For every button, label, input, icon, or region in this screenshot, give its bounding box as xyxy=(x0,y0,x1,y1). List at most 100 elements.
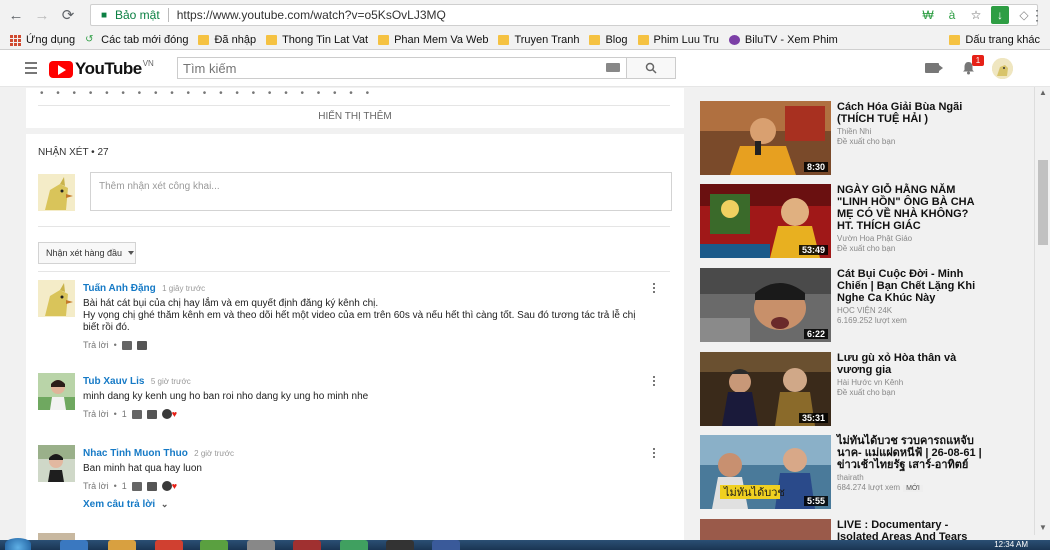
commenter-avatar[interactable] xyxy=(38,373,75,410)
page-scrollbar[interactable]: ▲ ▼ xyxy=(1034,87,1050,535)
bookmark-other[interactable]: Dấu trang khác xyxy=(949,34,1040,46)
recommended-video[interactable]: 35:31 Lưu gù xỏ Hòa thân và vương gia Hà… xyxy=(700,352,1020,428)
taskbar-ie-icon[interactable] xyxy=(60,540,88,550)
video-channel[interactable]: Thiền Nhi xyxy=(837,127,987,136)
thumbs-down-icon[interactable] xyxy=(146,409,157,419)
video-title[interactable]: Lưu gù xỏ Hòa thân và vương gia xyxy=(837,352,987,376)
search-button[interactable] xyxy=(627,57,676,79)
download-extension-icon[interactable]: ↓ xyxy=(991,6,1009,24)
video-info: NGÀY GIỖ HẰNG NĂM "LINH HỒN" ÔNG BÀ CHA … xyxy=(837,184,987,253)
comment-menu-icon[interactable] xyxy=(653,376,656,388)
comment-item: Tub Xauv Lis 5 giờ trước minh dang ky ke… xyxy=(38,373,670,433)
system-clock[interactable]: 12:34 AM xyxy=(994,540,1028,549)
recommended-video[interactable]: 53:49 NGÀY GIỖ HẰNG NĂM "LINH HỒN" ÔNG B… xyxy=(700,184,1020,260)
thumbs-up-icon[interactable] xyxy=(121,340,132,350)
thumbs-up-icon[interactable] xyxy=(131,481,142,491)
youtube-logo[interactable]: YouTube VN xyxy=(49,59,154,79)
taskbar-chrome-icon[interactable] xyxy=(155,540,183,550)
taskbar-app-icon[interactable] xyxy=(293,540,321,550)
reply-button[interactable]: Trả lời xyxy=(83,409,109,419)
video-title[interactable]: NGÀY GIỖ HẰNG NĂM "LINH HỒN" ÔNG BÀ CHA … xyxy=(837,184,987,232)
sort-comments-dropdown[interactable]: Nhận xét hàng đầu xyxy=(38,242,136,264)
chrome-menu-icon[interactable]: ⋮ xyxy=(1030,7,1044,24)
scroll-up-icon[interactable]: ▲ xyxy=(1039,88,1047,97)
video-thumbnail[interactable]: 6:22 xyxy=(700,268,831,342)
comment-time[interactable]: 5 giờ trước xyxy=(151,377,191,386)
comment-item: Nhac Tinh Muon Thuo 2 giờ trước Ban minh… xyxy=(38,445,670,525)
thumbs-down-icon[interactable] xyxy=(146,481,157,491)
keyboard-icon[interactable] xyxy=(606,63,620,72)
video-channel[interactable]: Vườn Hoa Phật Giáo xyxy=(837,234,987,243)
start-button[interactable] xyxy=(5,538,31,550)
folder-icon xyxy=(589,34,601,45)
comment-actions: Trả lời • 1 ♥ xyxy=(83,409,178,419)
comment-time[interactable]: 1 giây trước xyxy=(162,284,205,293)
menu-icon[interactable] xyxy=(25,62,37,77)
url-text[interactable]: https://www.youtube.com/watch?v=o5KsOvLJ… xyxy=(177,8,446,22)
forward-icon[interactable]: → xyxy=(32,5,52,25)
taskbar-app-icon[interactable] xyxy=(340,540,368,550)
address-separator xyxy=(167,8,169,22)
comment-input[interactable]: Thêm nhận xét công khai... xyxy=(90,172,672,211)
recommended-video[interactable]: 6:22 Cát Bụi Cuộc Đời - Minh Chiến | Bạn… xyxy=(700,268,1020,344)
taskbar-app-icon[interactable] xyxy=(200,540,228,550)
account-avatar[interactable] xyxy=(992,58,1013,79)
video-thumbnail[interactable]: 8:30 xyxy=(700,101,831,175)
commenter-avatar[interactable] xyxy=(38,445,75,482)
commenter-avatar[interactable] xyxy=(38,280,75,317)
comment-time[interactable]: 2 giờ trước xyxy=(194,449,234,458)
comment-menu-icon[interactable] xyxy=(653,448,656,460)
bookmark-folder-phan-mem[interactable]: Phan Mem Va Web xyxy=(378,34,488,46)
bookmark-folder-truyen-tranh[interactable]: Truyen Tranh xyxy=(498,34,579,46)
comment-actions: Trả lời • 1 ♥ xyxy=(83,481,178,491)
recommended-video[interactable]: ไม่ทันได้บวช 5:55 ไม่ทันได้บวช รวบคารถแห… xyxy=(700,435,1020,511)
scroll-down-icon[interactable]: ▼ xyxy=(1039,523,1047,532)
bookmark-label: Ứng dụng xyxy=(26,33,76,46)
description-card: • • • • • • • • • • • • • • • • • • • • … xyxy=(26,88,684,128)
video-title[interactable]: Cát Bụi Cuộc Đời - Minh Chiến | Bạn Chết… xyxy=(837,268,987,304)
thumbs-down-icon[interactable] xyxy=(136,340,147,350)
bookmark-folder-imported[interactable]: Đã nhập xyxy=(198,34,256,46)
scrollbar-thumb[interactable] xyxy=(1038,160,1048,245)
taskbar-app-icon[interactable] xyxy=(247,540,275,550)
comment-author[interactable]: Nhac Tinh Muon Thuo xyxy=(83,448,188,459)
comment-author[interactable]: Tuấn Anh Đặng xyxy=(83,283,156,294)
reply-button[interactable]: Trả lời xyxy=(83,340,109,350)
address-bar[interactable]: ■ Bảo mật https://www.youtube.com/watch?… xyxy=(90,4,1038,26)
video-thumbnail[interactable]: 53:49 xyxy=(700,184,831,258)
video-title[interactable]: ไม่ทันได้บวช รวบคารถแหจับนาค- แม่แฝดหนีฟ… xyxy=(837,435,987,471)
view-replies-button[interactable]: Xem câu trả lời ⌄ xyxy=(83,499,653,510)
comments-count-header: NHẬN XÉT • 27 xyxy=(38,147,109,158)
search-input[interactable] xyxy=(178,58,578,78)
reload-icon[interactable]: ⟳ xyxy=(58,5,78,25)
video-channel[interactable]: HỌC VIỆN 24K xyxy=(837,306,987,315)
comment-menu-icon[interactable] xyxy=(653,283,656,295)
thumbs-up-icon[interactable] xyxy=(131,409,142,419)
show-more-button[interactable]: HIỂN THỊ THÊM xyxy=(26,111,684,122)
taskbar-app-icon[interactable] xyxy=(432,540,460,550)
description-ellipsis: • • • • • • • • • • • • • • • • • • • • … xyxy=(40,88,375,99)
upload-video-icon[interactable] xyxy=(925,63,943,73)
cashback-icon[interactable]: ₩ xyxy=(919,6,937,24)
taskbar-app-icon[interactable] xyxy=(386,540,414,550)
reply-button[interactable]: Trả lời xyxy=(83,481,109,491)
bookmark-bilutv[interactable]: BiluTV - Xem Phim xyxy=(728,34,838,46)
video-thumbnail[interactable]: 35:31 xyxy=(700,352,831,426)
video-thumbnail[interactable]: ไม่ทันได้บวช 5:55 xyxy=(700,435,831,509)
bookmark-apps[interactable]: Ứng dụng xyxy=(10,34,75,46)
bookmark-star-icon[interactable]: ☆ xyxy=(967,6,985,24)
taskbar-explorer-icon[interactable] xyxy=(108,540,136,550)
back-icon[interactable]: ← xyxy=(6,5,26,25)
video-channel[interactable]: thairath xyxy=(837,473,987,482)
bookmark-recent-tabs[interactable]: ↺ Các tab mới đóng xyxy=(85,34,188,46)
svg-text:ไม่ทันได้บวช: ไม่ทันได้บวช xyxy=(723,486,785,499)
bookmark-folder-phim[interactable]: Phim Luu Tru xyxy=(637,34,719,46)
video-channel[interactable]: Hài Hước vn Kênh xyxy=(837,378,987,387)
recommended-video[interactable]: 8:30 Cách Hóa Giải Bùa Ngãi (THÍCH TUỆ H… xyxy=(700,101,1020,177)
youtube-header: YouTube VN xyxy=(0,50,1050,87)
bookmark-folder-blog[interactable]: Blog xyxy=(589,34,628,46)
bookmark-folder-thong-tin[interactable]: Thong Tin Lat Vat xyxy=(266,34,368,46)
translate-icon[interactable]: à xyxy=(943,6,961,24)
video-title[interactable]: Cách Hóa Giải Bùa Ngãi (THÍCH TUỆ HẢI ) xyxy=(837,101,987,125)
comment-author[interactable]: Tub Xauv Lis xyxy=(83,376,145,387)
